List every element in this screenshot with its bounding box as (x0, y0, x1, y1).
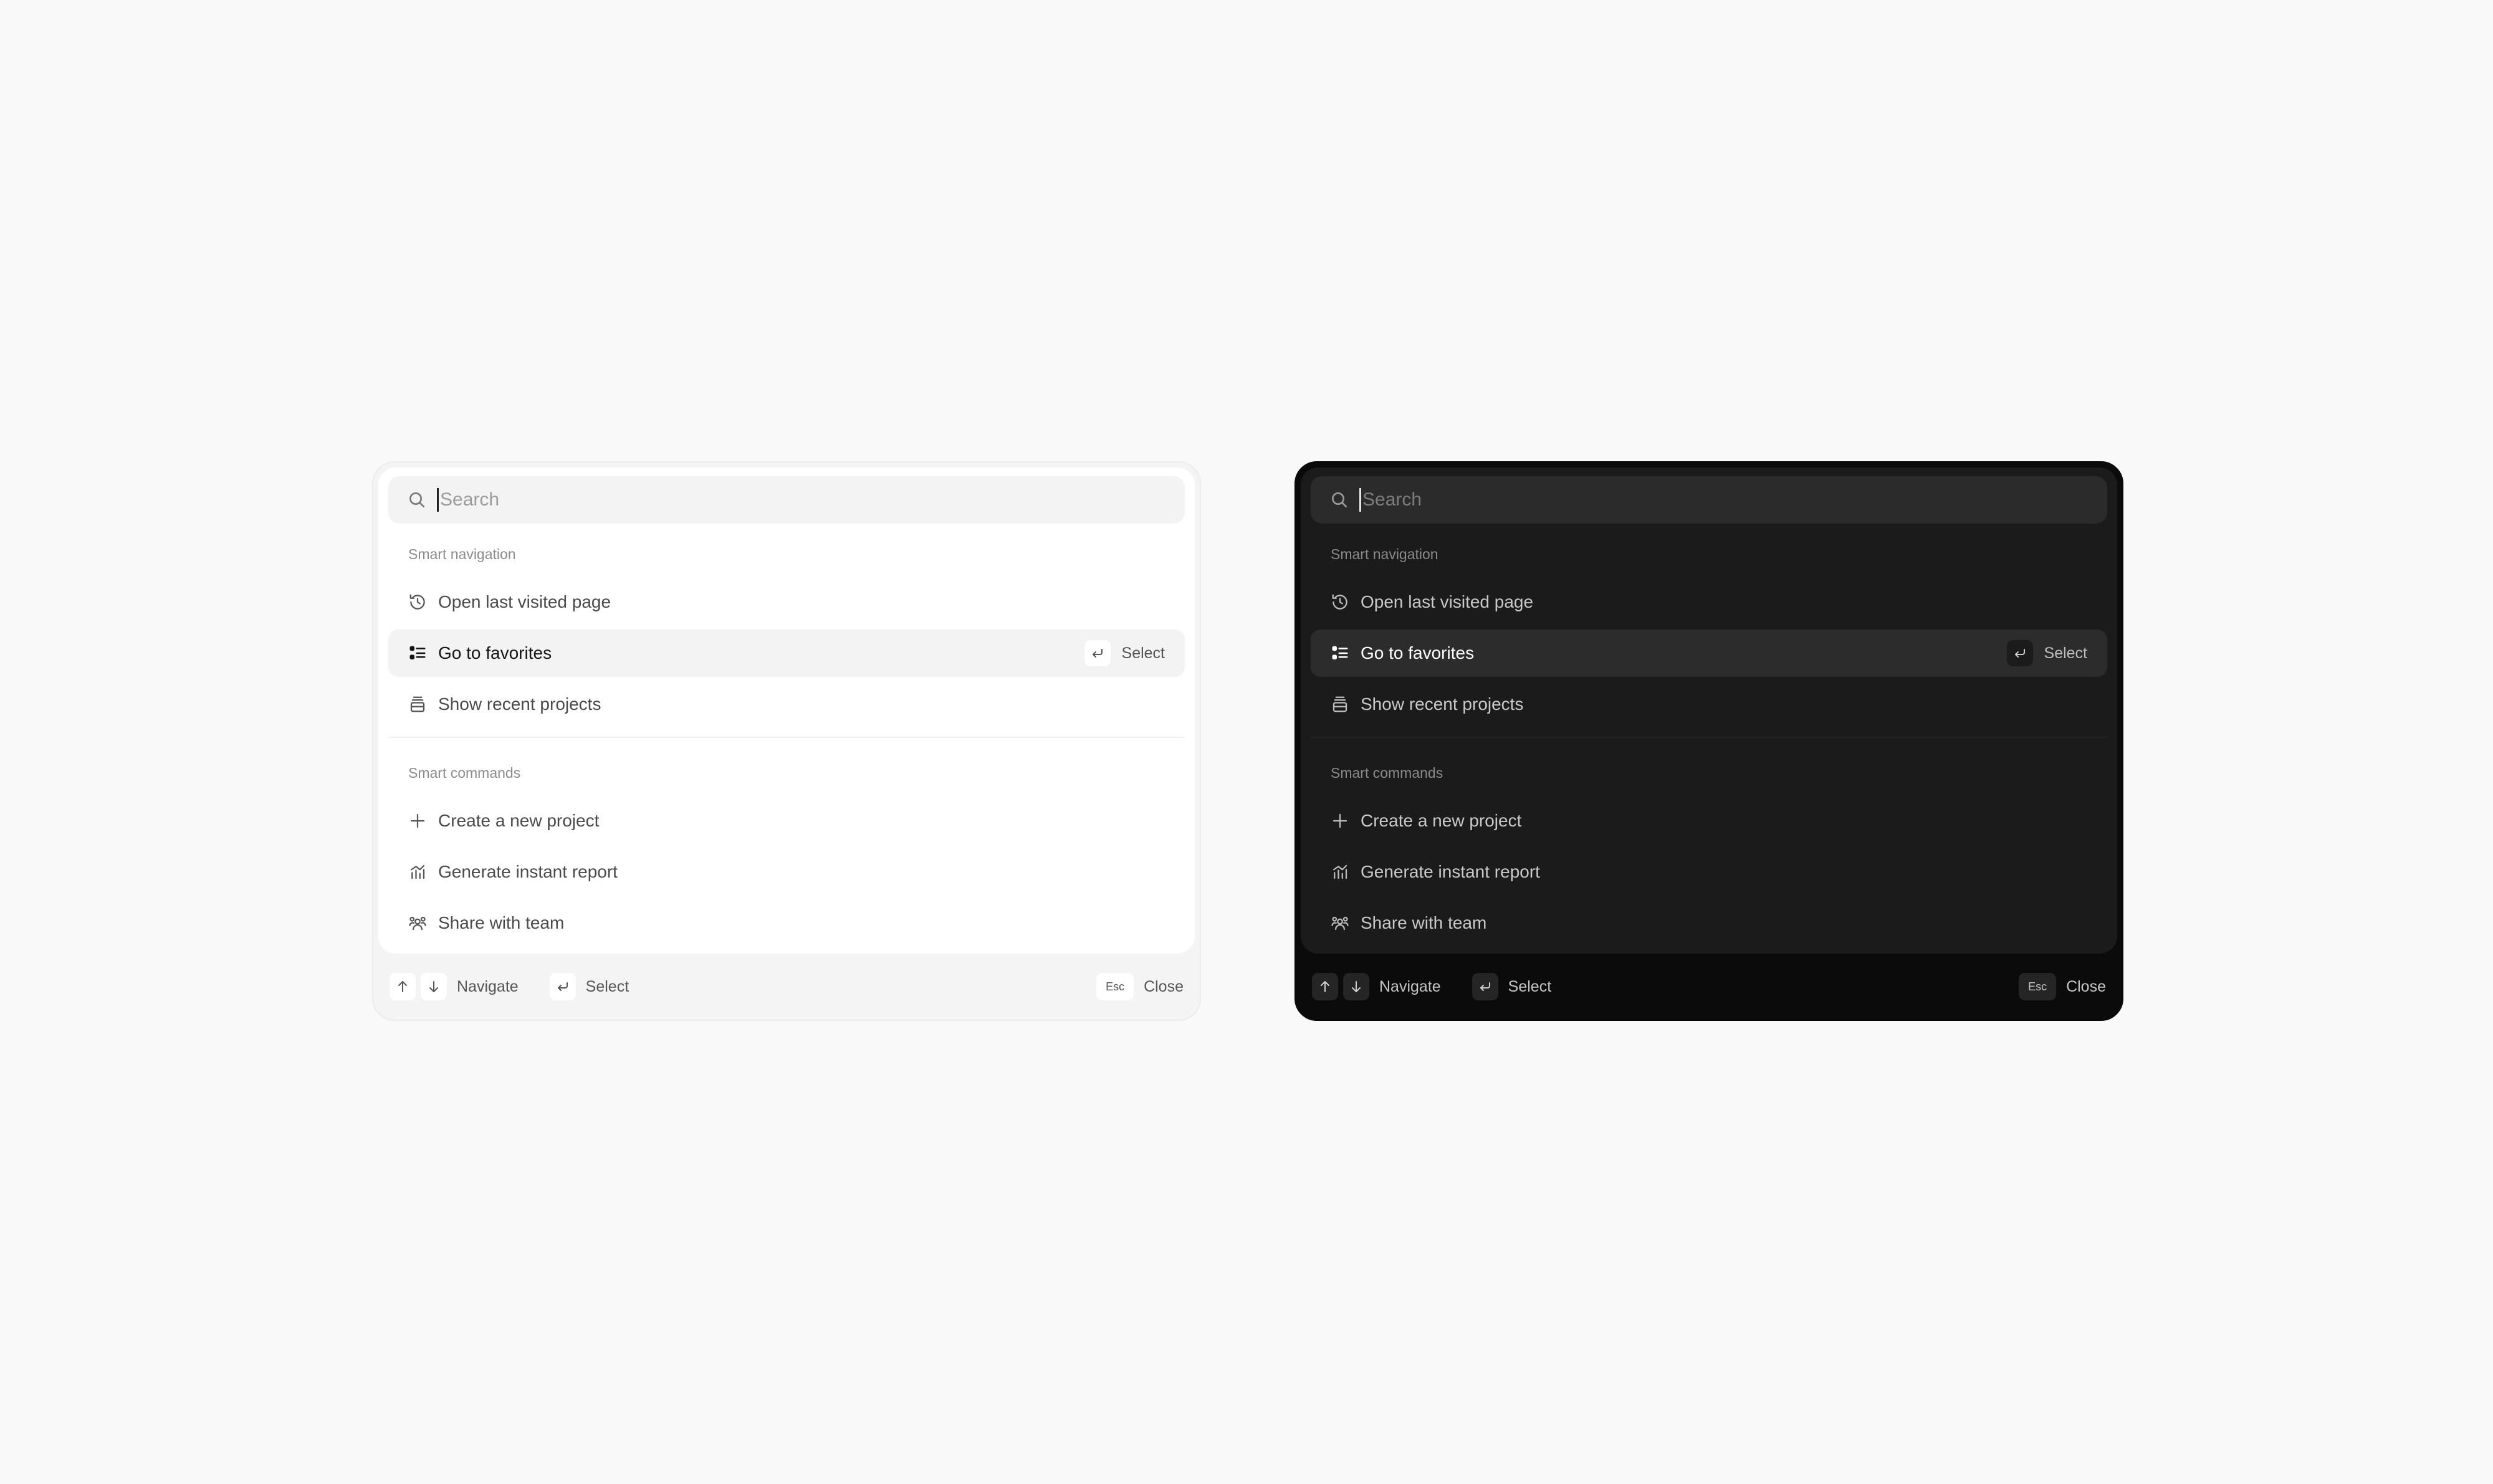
item-generate-instant-report[interactable]: Generate instant report (388, 848, 1185, 896)
item-generate-instant-report[interactable]: Generate instant report (1311, 848, 2107, 896)
history-icon (1331, 593, 1349, 611)
select-shortcut: Select (1471, 973, 1552, 1000)
item-label: Show recent projects (438, 694, 601, 714)
list-icon (1331, 644, 1349, 663)
arrow-up-icon (1321, 981, 1329, 992)
history-icon (408, 593, 427, 611)
command-palette-light: Smart navigation Open last visited page … (372, 461, 1201, 1021)
palette-footer: Navigate Select Esc Close (1312, 972, 2106, 1001)
group-label-navigation: Smart navigation (1331, 546, 1438, 562)
list-icon (408, 644, 427, 663)
enter-icon (2014, 649, 2025, 658)
arrow-down-key (421, 973, 447, 1000)
item-label: Generate instant report (438, 862, 618, 881)
item-create-new-project[interactable]: Create a new project (1311, 797, 2107, 845)
search-bar[interactable] (1311, 476, 2107, 524)
group-label-navigation: Smart navigation (408, 546, 516, 562)
item-share-with-team[interactable]: Share with team (388, 899, 1185, 947)
item-open-last-visited-page[interactable]: Open last visited page (388, 578, 1185, 626)
item-create-new-project[interactable]: Create a new project (388, 797, 1185, 845)
select-shortcut: Select (549, 973, 629, 1000)
item-go-to-favorites[interactable]: Go to favorites Select (1311, 630, 2107, 677)
search-bar[interactable] (388, 476, 1185, 524)
search-icon (407, 490, 427, 510)
group-divider (388, 737, 1185, 738)
users-icon (1331, 914, 1349, 932)
item-show-recent-projects[interactable]: Show recent projects (388, 681, 1185, 728)
item-open-last-visited-page[interactable]: Open last visited page (1311, 578, 2107, 626)
item-label: Create a new project (438, 811, 600, 830)
enter-key (1471, 973, 1498, 1000)
enter-key (549, 973, 576, 1000)
item-label: Share with team (438, 913, 565, 932)
enter-icon (557, 982, 568, 991)
palette-card: Smart navigation Open last visited page … (1301, 467, 2117, 954)
enter-icon (1092, 649, 1103, 658)
group-label-commands: Smart commands (1331, 765, 1443, 781)
plus-icon (1331, 811, 1349, 830)
close-label[interactable]: Close (2066, 978, 2106, 996)
navigate-label: Navigate (457, 977, 519, 995)
select-label: Select (585, 977, 629, 995)
enter-icon (1480, 982, 1490, 991)
item-show-recent-projects[interactable]: Show recent projects (1311, 681, 2107, 728)
text-caret (1359, 488, 1361, 512)
select-label: Select (1508, 977, 1552, 995)
search-icon (1329, 490, 1349, 510)
chart-icon (1331, 863, 1349, 881)
arrow-up-key (390, 973, 416, 1000)
plus-icon (408, 811, 427, 830)
palette-footer: Navigate Select Esc Close (390, 972, 1184, 1001)
text-caret (437, 488, 439, 512)
select-hint-label: Select (2044, 644, 2087, 662)
item-go-to-favorites[interactable]: Go to favorites Select (388, 630, 1185, 677)
enter-key (1084, 640, 1111, 666)
palette-card: Smart navigation Open last visited page … (378, 467, 1195, 954)
search-input[interactable] (1362, 481, 2107, 519)
enter-key (2006, 640, 2033, 666)
navigate-label: Navigate (1379, 977, 1441, 995)
archive-icon (1331, 695, 1349, 714)
esc-key: Esc (2019, 973, 2057, 1000)
arrow-up-key (1312, 973, 1338, 1000)
item-share-with-team[interactable]: Share with team (1311, 899, 2107, 947)
item-label: Go to favorites (438, 643, 552, 663)
archive-icon (408, 695, 427, 714)
arrow-up-icon (398, 981, 407, 992)
item-label: Create a new project (1361, 811, 1522, 830)
arrow-down-icon (1352, 981, 1361, 992)
arrow-down-icon (429, 981, 438, 992)
item-label: Generate instant report (1361, 862, 1540, 881)
arrow-down-key (1343, 973, 1369, 1000)
item-label: Open last visited page (1361, 592, 1534, 611)
select-hint-label: Select (1121, 644, 1165, 662)
esc-key: Esc (1096, 973, 1134, 1000)
group-divider (1311, 737, 2107, 738)
item-label: Share with team (1361, 913, 1487, 932)
group-label-commands: Smart commands (408, 765, 521, 781)
item-label: Show recent projects (1361, 694, 1524, 714)
search-input[interactable] (440, 481, 1185, 519)
select-hint: Select (1084, 640, 1165, 666)
users-icon (408, 914, 427, 932)
chart-icon (408, 863, 427, 881)
item-label: Go to favorites (1361, 643, 1475, 663)
close-label[interactable]: Close (1144, 978, 1184, 996)
select-hint: Select (2006, 640, 2087, 666)
item-label: Open last visited page (438, 592, 611, 611)
command-palette-dark: Smart navigation Open last visited page … (1294, 461, 2123, 1021)
